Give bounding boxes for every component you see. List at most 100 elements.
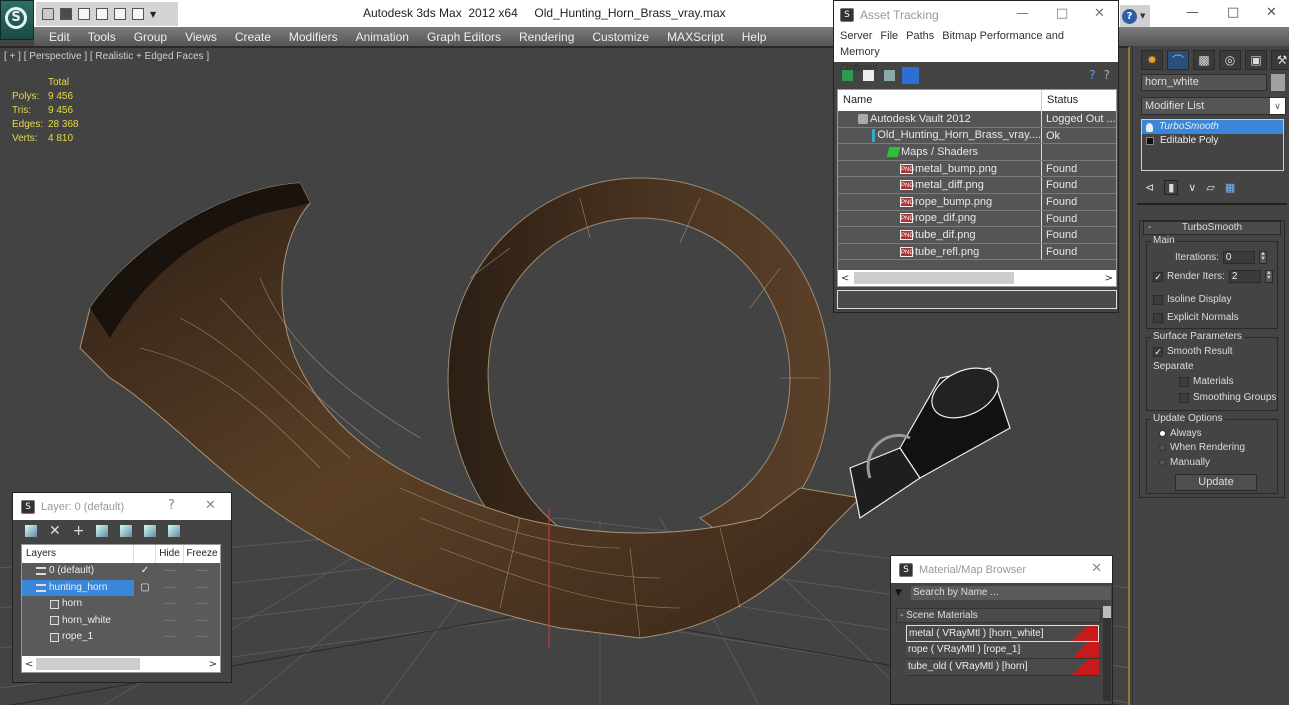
rollout-header[interactable]: - TurboSmooth — [1143, 221, 1281, 235]
update-button[interactable]: Update — [1175, 474, 1257, 491]
freeze-toggle[interactable]: — — [184, 596, 220, 613]
material-item[interactable]: rope ( VRayMtl ) [rope_1] — [906, 642, 1099, 659]
column-layers[interactable]: Layers — [22, 545, 134, 563]
browser-options-menu-icon[interactable]: ▼ — [895, 588, 906, 598]
motion-tab-icon[interactable]: ◎ — [1219, 50, 1241, 70]
show-end-result-icon[interactable]: ▮ — [1164, 179, 1179, 195]
table-view-icon[interactable] — [902, 66, 919, 84]
layer-dialog-titlebar[interactable]: S Layer: 0 (default) ? ✕ — [13, 493, 231, 520]
menu-maxscript[interactable]: MAXScript — [667, 30, 724, 44]
stack-item-turbosmooth[interactable]: TurboSmooth — [1142, 120, 1283, 134]
menu-help[interactable]: Help — [742, 30, 767, 44]
vertical-scrollbar[interactable] — [1103, 606, 1111, 701]
layer-row[interactable]: hunting_horn ▢ — — — [22, 579, 220, 597]
smooth-result-checkbox[interactable]: ✓ — [1153, 346, 1163, 357]
iterations-spinner[interactable]: ▲ ▼ — [1258, 251, 1267, 264]
redo-icon[interactable] — [114, 8, 126, 20]
radio-manually[interactable] — [1159, 459, 1166, 466]
asset-tracking-titlebar[interactable]: S Asset Tracking — □ ✕ — [834, 1, 1118, 28]
minimize-button[interactable]: — — [1016, 6, 1029, 21]
material-item[interactable]: metal ( VRayMtl ) [horn_white] — [906, 625, 1099, 642]
menu-group[interactable]: Group — [134, 30, 167, 44]
expand-icon[interactable] — [1146, 137, 1154, 145]
minimize-button[interactable]: — — [1186, 5, 1199, 20]
materials-checkbox[interactable] — [1179, 376, 1189, 387]
menu-bitmap-performance[interactable]: Bitmap Performance and Memory — [840, 30, 1064, 58]
scrollbar-thumb[interactable] — [1103, 606, 1111, 618]
column-current[interactable] — [134, 545, 156, 563]
current-layer-check[interactable]: ✓ — [134, 563, 156, 580]
list-view-icon[interactable] — [863, 69, 874, 81]
hold-icon[interactable] — [132, 8, 144, 20]
smoothing-groups-checkbox[interactable] — [1179, 392, 1189, 403]
context-help-icon[interactable]: ? — [1104, 68, 1110, 82]
hide-toggle[interactable]: — — [156, 563, 184, 580]
column-hide[interactable]: Hide — [156, 545, 184, 563]
hide-toggle[interactable]: — — [156, 629, 184, 646]
close-button[interactable]: ✕ — [1091, 561, 1102, 576]
material-browser-titlebar[interactable]: S Material/Map Browser ✕ — [891, 556, 1112, 583]
help-button[interactable]: ? — [168, 498, 175, 513]
layer-row[interactable]: horn — — — [22, 596, 220, 613]
object-name-field[interactable]: horn_white — [1141, 74, 1267, 91]
menu-animation[interactable]: Animation — [356, 30, 409, 44]
open-file-icon[interactable] — [42, 8, 54, 20]
table-row[interactable]: PNG rope_dif.png Found — [838, 210, 1116, 228]
search-input[interactable]: Search by Name ... — [911, 586, 1111, 600]
hierarchy-tab-icon[interactable]: ▩ — [1193, 50, 1215, 70]
undo-icon[interactable] — [78, 8, 90, 20]
delete-layer-icon[interactable]: ✕ — [49, 523, 61, 539]
table-row[interactable]: PNG metal_diff.png Found — [838, 177, 1116, 194]
scroll-right-icon[interactable]: > — [209, 659, 217, 670]
menu-views[interactable]: Views — [185, 30, 217, 44]
horizontal-scrollbar[interactable]: < > — [838, 270, 1116, 286]
refresh-icon[interactable] — [842, 69, 853, 81]
horizontal-scrollbar[interactable]: < > — [22, 656, 220, 672]
table-row[interactable]: PNG tube_refl.png Found — [838, 243, 1116, 261]
scroll-left-icon[interactable]: < — [25, 659, 33, 670]
menu-file[interactable]: File — [880, 30, 898, 42]
layer-row[interactable]: rope_1 — — — [22, 629, 220, 646]
isoline-checkbox[interactable] — [1153, 294, 1163, 305]
select-layer-icon[interactable] — [120, 525, 133, 537]
material-item[interactable]: tube_old ( VRayMtl ) [horn] — [906, 659, 1099, 676]
detail-view-icon[interactable] — [884, 69, 895, 81]
menu-rendering[interactable]: Rendering — [519, 30, 574, 44]
maximize-button[interactable]: □ — [1227, 5, 1239, 20]
configure-modifier-sets-icon[interactable]: ▦ — [1225, 181, 1235, 194]
table-row[interactable]: PNG tube_dif.png Found — [838, 227, 1116, 244]
column-status[interactable]: Status — [1042, 90, 1078, 111]
help-button[interactable]: ? ▼ — [1120, 5, 1150, 27]
hide-toggle[interactable]: — — [156, 580, 184, 597]
column-freeze[interactable]: Freeze — [184, 545, 220, 563]
object-color-swatch[interactable] — [1271, 74, 1285, 91]
render-iters-input[interactable]: 2 — [1228, 270, 1261, 283]
close-button[interactable]: ✕ — [1266, 5, 1277, 20]
hide-toggle[interactable]: — — [156, 613, 184, 630]
customize-toolbar-dropdown-icon[interactable]: ▼ — [150, 10, 156, 19]
scrollbar-thumb[interactable] — [36, 658, 140, 670]
set-current-layer-icon[interactable] — [144, 525, 157, 537]
layer-row[interactable]: 0 (default) ✓ — — — [22, 563, 220, 580]
menu-modifiers[interactable]: Modifiers — [289, 30, 338, 44]
maximize-button[interactable]: □ — [1056, 6, 1068, 21]
modify-tab-icon[interactable]: ⌒ — [1167, 50, 1189, 70]
table-row[interactable]: Autodesk Vault 2012 Logged Out ... — [838, 111, 1116, 128]
menu-tools[interactable]: Tools — [88, 30, 116, 44]
create-layer-icon[interactable] — [25, 525, 37, 537]
menu-create[interactable]: Create — [235, 30, 271, 44]
radio-when-rendering[interactable] — [1159, 444, 1166, 451]
help-icon[interactable]: ? — [1089, 68, 1095, 82]
remove-modifier-icon[interactable]: ▱ — [1206, 181, 1214, 194]
viewport-label[interactable]: [ + ] [ Perspective ] [ Realistic + Edge… — [4, 51, 209, 62]
application-button[interactable]: S — [0, 0, 34, 40]
table-row[interactable]: Old_Hunting_Horn_Brass_vray.... Ok — [838, 127, 1116, 145]
freeze-toggle[interactable]: — — [184, 563, 220, 580]
display-tab-icon[interactable]: ▣ — [1245, 50, 1267, 70]
add-to-layer-icon[interactable]: + — [73, 523, 85, 539]
table-row[interactable]: PNG metal_bump.png Found — [838, 160, 1116, 178]
select-objects-icon[interactable] — [96, 525, 109, 537]
pin-stack-icon[interactable]: ⊲ — [1145, 181, 1154, 194]
menu-edit[interactable]: Edit — [49, 30, 70, 44]
utilities-tab-icon[interactable]: ⚒ — [1271, 50, 1289, 70]
